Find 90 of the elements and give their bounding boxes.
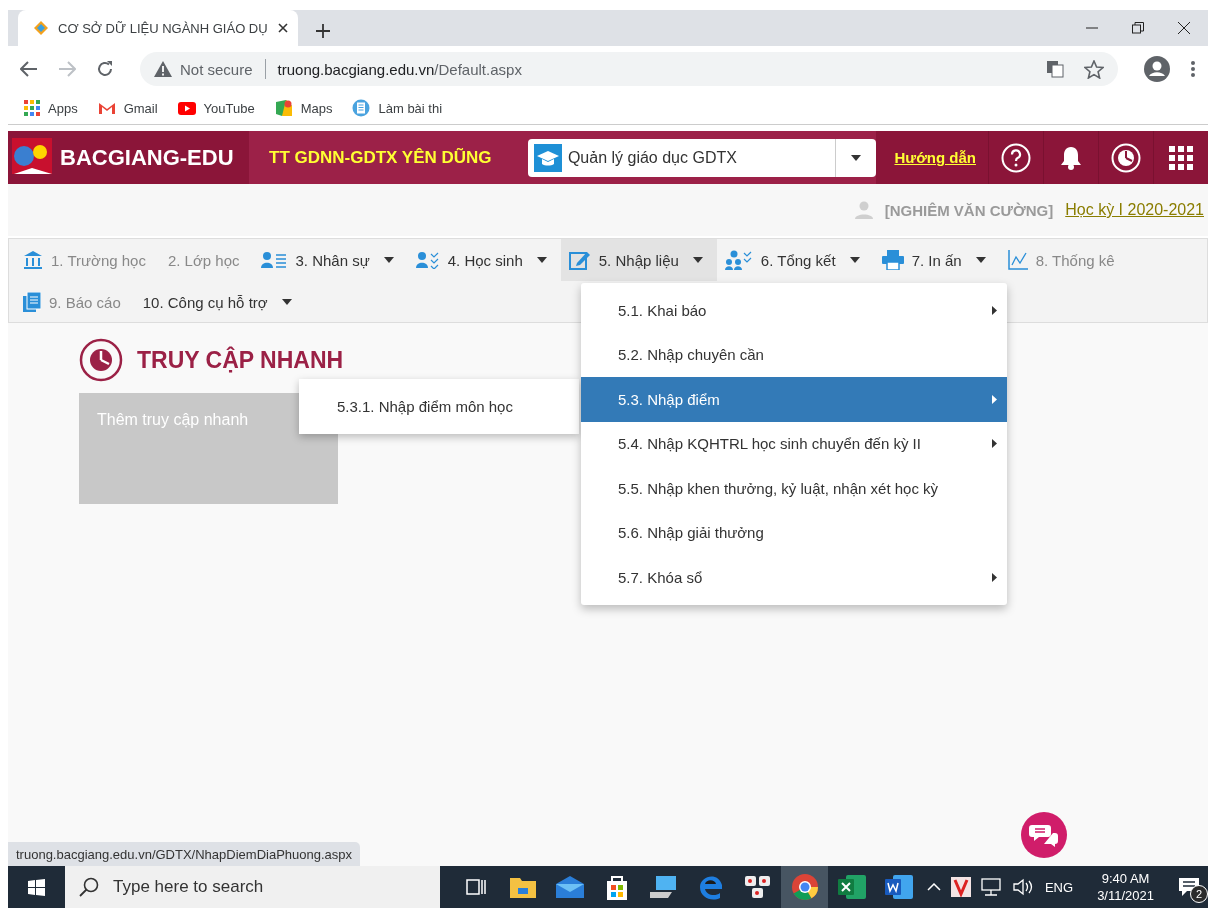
caret-icon[interactable]	[992, 572, 997, 582]
word-processor-icon[interactable]	[884, 875, 913, 899]
chat-button[interactable]	[1020, 811, 1068, 859]
taskbar-search-field[interactable]: Type here to search	[65, 866, 440, 908]
caret-icon[interactable]	[281, 299, 292, 305]
computer-icon[interactable]	[649, 876, 678, 898]
dropdown-item[interactable]: 5.5. Nhập khen thưởng, kỷ luật, nhận xét học kỳ	[581, 466, 1007, 511]
more-icon[interactable]	[1190, 60, 1196, 78]
apps-grid-icon[interactable]	[24, 100, 40, 116]
user-icon	[854, 201, 873, 219]
task-view-icon[interactable]	[465, 878, 486, 896]
help-icon[interactable]	[1001, 142, 1031, 173]
guide-link[interactable]: Hướng dẫn	[894, 149, 976, 166]
clock[interactable]: 9:40 AM 3/11/2021	[1097, 871, 1154, 903]
caret-icon[interactable]	[851, 154, 862, 161]
warning-icon	[154, 61, 172, 77]
people-check-icon	[724, 250, 753, 270]
folder-icon[interactable]	[509, 876, 536, 898]
document-icon	[23, 292, 41, 312]
security-label: Not secure	[180, 60, 253, 78]
bookmark[interactable]: Gmail	[97, 100, 158, 116]
volume-icon[interactable]	[1012, 878, 1035, 896]
v-logo-icon[interactable]	[950, 877, 971, 897]
bookmark[interactable]: Làm bài thi	[352, 99, 443, 117]
reload-icon[interactable]	[96, 60, 114, 78]
caret-icon[interactable]	[383, 257, 394, 263]
close-icon[interactable]	[278, 23, 288, 33]
network-icon[interactable]	[980, 878, 1003, 896]
caret-icon[interactable]	[692, 257, 703, 263]
menu-item[interactable]: 6. Tổng kết	[716, 239, 874, 281]
edit-icon	[568, 250, 591, 270]
menu-item[interactable]: 10. Công cụ hỗ trợ	[134, 281, 306, 323]
star-icon[interactable]	[1084, 59, 1104, 79]
bell-icon[interactable]	[1060, 145, 1082, 170]
url-text: truong.bacgiang.edu.vn/Default.aspx	[277, 60, 522, 78]
new-tab-icon[interactable]	[316, 24, 330, 38]
map-pin-icon[interactable]	[274, 99, 293, 117]
printer-icon	[881, 250, 904, 270]
language-indicator[interactable]: ENG	[1044, 879, 1074, 895]
browser-icon[interactable]	[697, 874, 724, 900]
module-select[interactable]: Quản lý giáo dục GDTX	[527, 138, 877, 177]
browser-tab[interactable]: CƠ SỞ DỮ LIỆU NGÀNH GIÁO DỤ	[18, 10, 298, 46]
line-chart-icon	[1007, 250, 1028, 270]
school-name: TT GDNN-GDTX YÊN DŨNG	[269, 147, 493, 168]
person-check-icon	[415, 251, 440, 269]
bank-icon	[23, 250, 43, 270]
store-icon[interactable]	[604, 874, 629, 900]
notification-count: 2	[1190, 885, 1208, 903]
menu-item[interactable]: 5. Nhập liệu	[560, 239, 717, 281]
back-icon[interactable]	[20, 61, 38, 77]
user-name: [NGHIÊM VĂN CƯỜNG]	[884, 201, 1054, 219]
spreadsheet-icon[interactable]	[837, 875, 866, 899]
caret-icon[interactable]	[536, 257, 547, 263]
dropdown-item[interactable]: 5.6. Nhập giải thưởng	[581, 510, 1007, 555]
document-icon[interactable]	[352, 99, 371, 117]
semester-link[interactable]: Học kỳ I 2020-2021	[1065, 201, 1204, 219]
mail-icon[interactable]	[555, 876, 584, 898]
menu-item[interactable]: 3. Nhân sự	[253, 239, 408, 281]
status-url: truong.bacgiang.edu.vn/GDTX/NhapDiemDiaPhuong.aspx	[8, 842, 361, 866]
chevron-up-icon[interactable]	[926, 883, 941, 891]
dropdown-item[interactable]: 5.3. Nhập điểm	[581, 377, 1007, 422]
favicon-icon	[34, 21, 48, 35]
dropdown-item[interactable]: 5.1. Khai báo	[581, 288, 1007, 333]
person-list-icon	[261, 251, 288, 269]
close-icon[interactable]	[1178, 22, 1190, 34]
bookmark[interactable]: Maps	[274, 99, 333, 117]
apps-grid-icon[interactable]	[1169, 145, 1193, 170]
dropdown-item[interactable]: 5.7. Khóa sổ	[581, 555, 1007, 600]
caret-icon[interactable]	[849, 257, 860, 263]
mail-icon[interactable]	[97, 101, 116, 115]
dropdown-item[interactable]: 5.2. Nhập chuyên cần	[581, 332, 1007, 377]
keyboard-keys-icon[interactable]	[743, 875, 772, 899]
profile-icon[interactable]	[1144, 56, 1170, 82]
chrome-icon[interactable]	[790, 873, 819, 901]
graduation-cap-icon	[533, 143, 562, 172]
section-title: TRUY CẬP NHANH	[137, 346, 344, 374]
menu-item[interactable]: 7. In ấn	[873, 239, 1000, 281]
submenu-item[interactable]: 5.3.1. Nhập điểm môn học	[299, 379, 579, 434]
menu-item[interactable]: 4. Học sinh	[407, 239, 561, 281]
bookmark[interactable]: Apps	[24, 100, 78, 116]
caret-icon[interactable]	[992, 305, 997, 315]
play-icon[interactable]	[177, 101, 196, 115]
windows-icon[interactable]	[28, 878, 45, 896]
bookmark[interactable]: YouTube	[177, 100, 255, 116]
address-bar[interactable]: Not secure truong.bacgiang.edu.vn/Default.aspx	[140, 52, 1118, 86]
dropdown-item[interactable]: 5.4. Nhập KQHTRL học sinh chuyển đến kỳ II	[581, 421, 1007, 466]
search-icon	[79, 877, 99, 897]
caret-icon[interactable]	[992, 439, 997, 449]
caret-icon[interactable]	[975, 257, 986, 263]
restore-icon[interactable]	[1132, 22, 1144, 34]
